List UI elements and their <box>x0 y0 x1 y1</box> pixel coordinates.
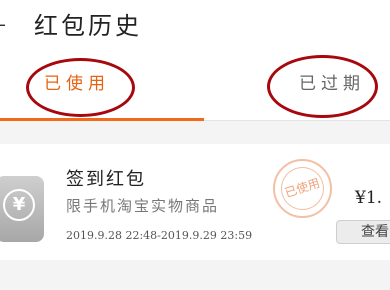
coupon-scope: 限手机淘宝实物商品 <box>66 197 220 215</box>
coupon-card[interactable]: ¥ 签到红包 限手机淘宝实物商品 2019.9.28 22:48-2019.9.… <box>0 144 390 260</box>
page-title: 红包历史 <box>34 12 142 40</box>
annotation-circle-expired <box>267 55 378 118</box>
yen-icon: ¥ <box>3 189 35 221</box>
active-tab-indicator <box>0 118 204 121</box>
yen-coupon-icon: ¥ <box>0 176 44 242</box>
used-stamp-text: 已使用 <box>275 161 330 216</box>
top-bar: – 红包历史 <box>0 0 390 52</box>
coupon-validity-period: 2019.9.28 22:48-2019.9.29 23:59 <box>66 229 253 242</box>
annotation-circle-used <box>26 58 135 117</box>
back-arrow-icon[interactable]: – <box>0 14 6 34</box>
used-stamp: 已使用 <box>273 159 332 218</box>
coupon-name: 签到红包 <box>66 169 146 190</box>
view-button[interactable]: 查看 <box>336 220 390 244</box>
coupon-amount: ¥1. <box>355 188 383 208</box>
